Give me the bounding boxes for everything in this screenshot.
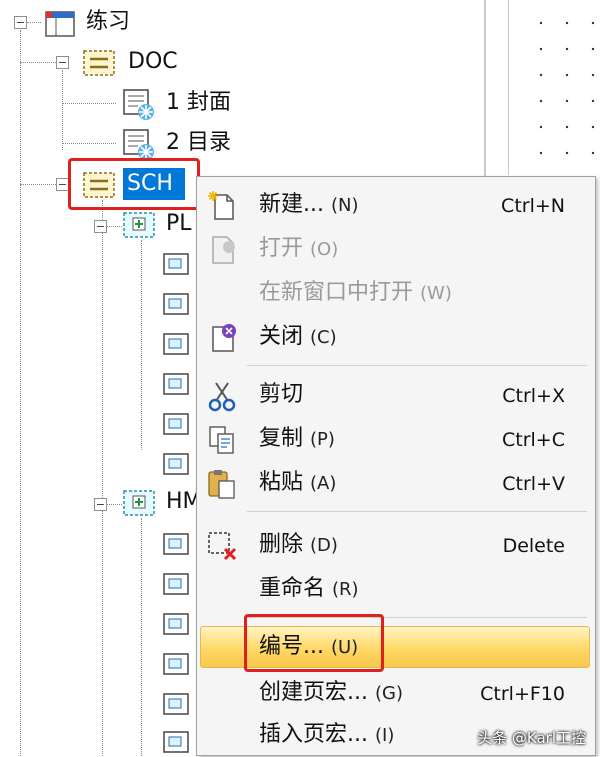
tree-line bbox=[62, 103, 116, 104]
menu-label: 创建页宏... bbox=[259, 680, 368, 705]
menu-shortcut: Delete bbox=[502, 535, 565, 557]
menu-item-new[interactable]: 新建... (N) Ctrl+N bbox=[197, 183, 595, 227]
menu-item-rename[interactable]: 重命名 (R) bbox=[197, 567, 595, 611]
menu-label: 在新窗口中打开 bbox=[259, 280, 414, 305]
menu-item-open-new-window[interactable]: 在新窗口中打开 (W) bbox=[197, 271, 595, 315]
tree-line bbox=[62, 70, 63, 150]
menu-shortcut: Ctrl+X bbox=[502, 385, 565, 407]
page-icon bbox=[123, 129, 154, 160]
menu-label: 删除 bbox=[259, 532, 304, 557]
schematic-page-icon bbox=[163, 573, 189, 595]
annotation-box-sch bbox=[68, 158, 200, 210]
menu-label: 粘贴 bbox=[259, 470, 304, 495]
open-icon bbox=[212, 236, 235, 264]
menu-accel: (W) bbox=[420, 283, 452, 304]
menu-accel: (P) bbox=[310, 429, 335, 450]
menu-item-delete[interactable]: 删除 (D) Delete bbox=[197, 523, 595, 567]
schematic-page-icon bbox=[163, 253, 189, 275]
menu-accel: (O) bbox=[310, 239, 339, 260]
menu-shortcut: Ctrl+C bbox=[502, 429, 565, 451]
tree-item-page1[interactable]: 1 封面 bbox=[166, 89, 231, 117]
schematic-page-icon bbox=[163, 653, 189, 675]
expander-root[interactable]: − bbox=[14, 16, 27, 29]
schematic-page-icon bbox=[163, 533, 189, 555]
expander-pl[interactable]: − bbox=[94, 220, 107, 233]
tree-item-doc[interactable]: DOC bbox=[128, 48, 178, 76]
menu-label: 复制 bbox=[259, 426, 304, 451]
menu-accel: (C) bbox=[310, 327, 337, 348]
tree-item-pl[interactable]: PL bbox=[166, 210, 192, 238]
menu-item-close[interactable]: 关闭 (C) bbox=[197, 315, 595, 359]
drawing-grid[interactable] bbox=[518, 0, 600, 175]
scissors-icon bbox=[208, 382, 236, 412]
menu-separator bbox=[247, 511, 587, 512]
schematic-page-icon bbox=[163, 731, 189, 753]
tree-line bbox=[20, 184, 56, 185]
delete-icon bbox=[208, 532, 237, 561]
group-icon bbox=[123, 212, 155, 238]
menu-shortcut: Ctrl+N bbox=[501, 195, 565, 217]
menu-accel: (G) bbox=[374, 683, 403, 704]
tree-line bbox=[20, 62, 56, 63]
tree-item-root[interactable]: 练习 bbox=[86, 8, 130, 36]
menu-accel: (N) bbox=[330, 195, 359, 216]
tree-line bbox=[20, 30, 21, 756]
schematic-page-icon bbox=[163, 453, 189, 475]
close-doc-icon bbox=[212, 324, 236, 352]
copy-icon bbox=[209, 426, 234, 454]
folder-icon bbox=[83, 50, 115, 76]
menu-label: 插入页宏... bbox=[259, 722, 368, 747]
tree-line bbox=[141, 518, 142, 756]
tree-line bbox=[141, 240, 142, 450]
annotation-box-numbering bbox=[244, 614, 384, 672]
expander-hm[interactable]: − bbox=[94, 498, 107, 511]
menu-accel: (I) bbox=[374, 725, 395, 746]
menu-item-create-page-macro[interactable]: 创建页宏... (G) Ctrl+F10 bbox=[197, 671, 595, 715]
menu-shortcut: Ctrl+F10 bbox=[480, 683, 565, 705]
menu-accel: (D) bbox=[310, 535, 338, 556]
schematic-page-icon bbox=[163, 413, 189, 435]
schematic-page-icon bbox=[163, 373, 189, 395]
tree-item-page2[interactable]: 2 目录 bbox=[166, 129, 231, 157]
context-menu: 新建... (N) Ctrl+N 打开 (O) 在新窗口中打开 (W) 关闭 (… bbox=[196, 176, 596, 756]
grid-border bbox=[508, 0, 509, 175]
menu-label: 打开 bbox=[259, 236, 304, 261]
menu-item-paste[interactable]: 粘贴 (A) Ctrl+V bbox=[197, 461, 595, 505]
schematic-page-icon bbox=[163, 613, 189, 635]
new-doc-icon bbox=[208, 191, 234, 220]
menu-label: 剪切 bbox=[259, 382, 304, 407]
menu-separator bbox=[247, 365, 587, 366]
group-icon bbox=[123, 490, 155, 516]
menu-item-open[interactable]: 打开 (O) bbox=[197, 227, 595, 271]
schematic-page-icon bbox=[163, 693, 189, 715]
tree-line bbox=[62, 143, 116, 144]
menu-label: 关闭 bbox=[259, 324, 304, 349]
menu-accel: (A) bbox=[310, 473, 337, 494]
menu-label: 新建... bbox=[259, 192, 324, 217]
menu-item-cut[interactable]: 剪切 Ctrl+X bbox=[197, 373, 595, 417]
tree-line bbox=[102, 200, 103, 756]
schematic-page-icon bbox=[163, 293, 189, 315]
page-icon bbox=[123, 89, 154, 120]
project-icon bbox=[45, 11, 75, 37]
menu-item-copy[interactable]: 复制 (P) Ctrl+C bbox=[197, 417, 595, 461]
expander-doc[interactable]: − bbox=[56, 56, 69, 69]
paste-icon bbox=[208, 470, 235, 499]
watermark: 头条 @Karl工控 bbox=[477, 729, 586, 747]
schematic-page-icon bbox=[163, 333, 189, 355]
menu-shortcut: Ctrl+V bbox=[502, 473, 565, 495]
menu-label: 重命名 bbox=[259, 576, 326, 601]
tree-line bbox=[27, 22, 41, 23]
menu-accel: (R) bbox=[332, 579, 359, 600]
